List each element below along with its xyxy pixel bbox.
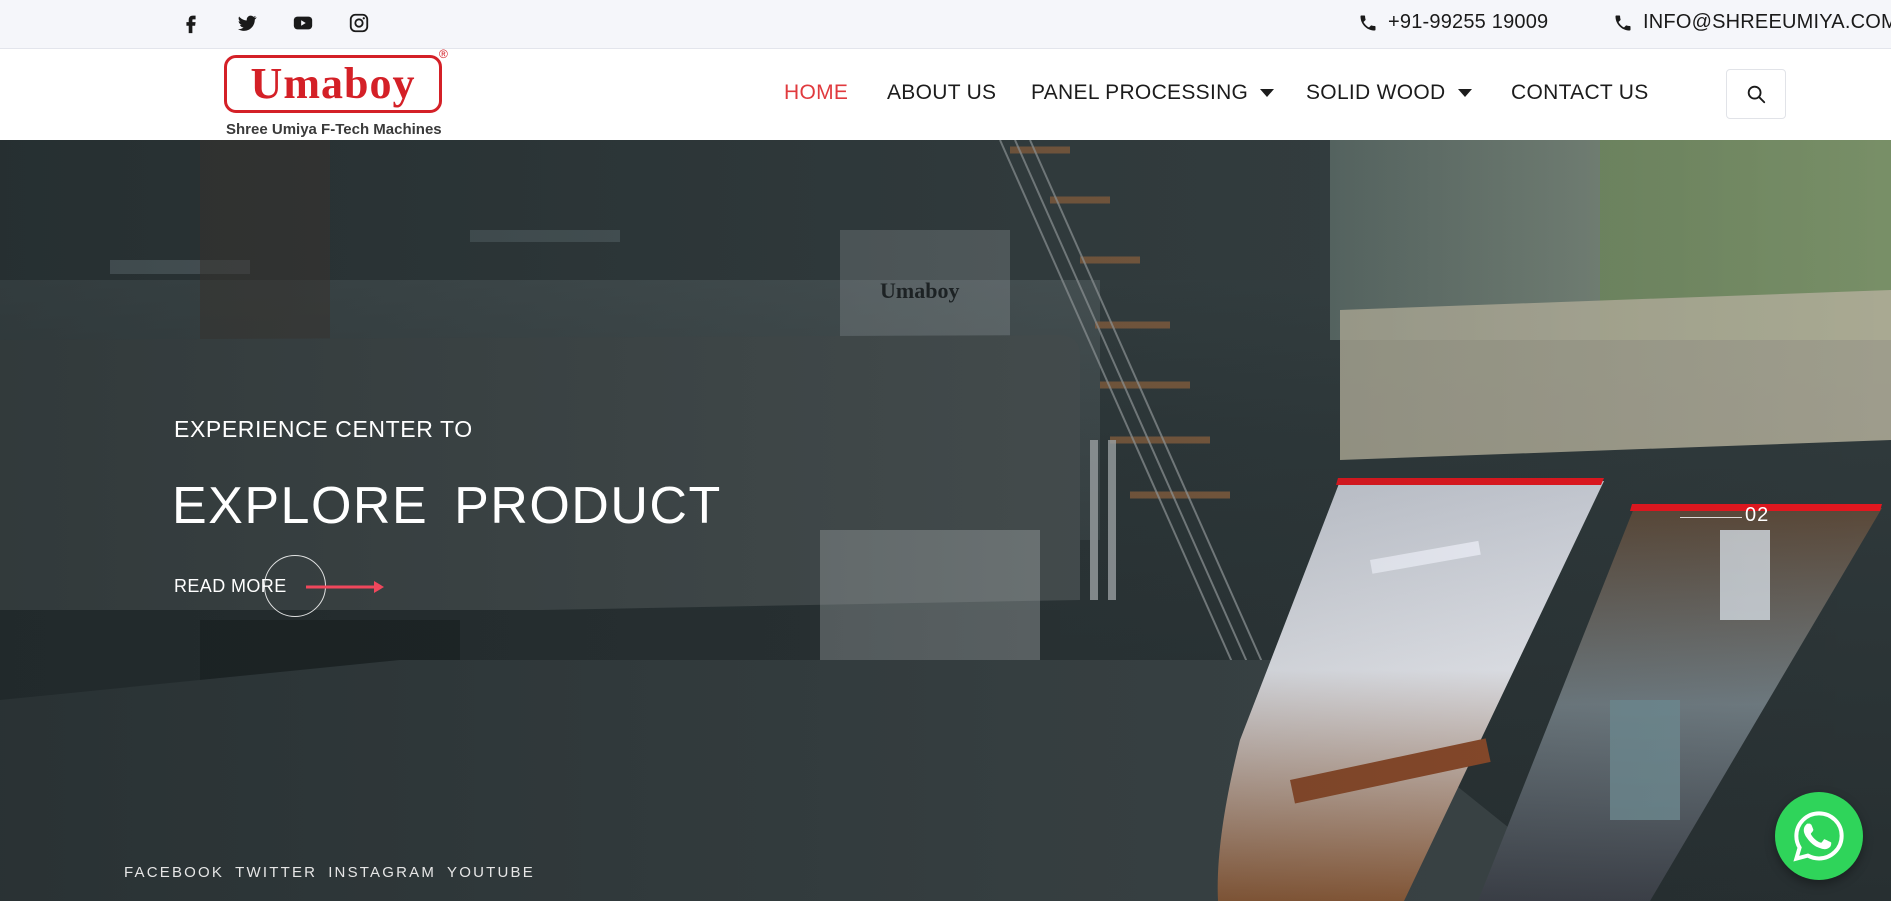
hero-link-twitter[interactable]: TWITTER [235, 864, 317, 881]
hero-eyebrow: EXPERIENCE CENTER TO [174, 416, 473, 442]
search-icon [1747, 85, 1766, 104]
site-header: Umaboy ® Shree Umiya F-Tech Machines HOM… [0, 47, 1891, 140]
logo-wordmark: Umaboy [250, 59, 416, 108]
instagram-icon [349, 13, 369, 33]
youtube-icon [293, 16, 313, 30]
nav-item-label: HOME [784, 81, 849, 104]
facebook-icon [186, 15, 196, 34]
nav-item-panel-processing[interactable]: PANEL PROCESSING [1031, 81, 1275, 105]
whatsapp-button[interactable] [1775, 792, 1863, 880]
phone-number: +91-99255 19009 [1388, 11, 1549, 33]
nav-item-solid-wood[interactable]: SOLID WOOD [1306, 81, 1472, 105]
hero-link-facebook[interactable]: FACEBOOK [124, 864, 224, 881]
search-button[interactable] [1726, 69, 1786, 119]
social-links [180, 12, 404, 36]
hero-link-instagram[interactable]: INSTAGRAM [328, 864, 436, 881]
caret-down-icon [1457, 89, 1472, 97]
svg-text:Umaboy: Umaboy [880, 278, 959, 303]
phone-icon [1360, 15, 1376, 30]
read-more-button[interactable]: READ MORE [174, 555, 384, 625]
instagram-link[interactable] [348, 12, 404, 36]
slide-number: 02 [1745, 504, 1770, 526]
nav-item-contact-us[interactable]: CONTACT US [1511, 81, 1649, 105]
facebook-link[interactable] [180, 12, 236, 36]
phone-contact[interactable]: +91-99255 19009 [1358, 11, 1548, 34]
nav-item-label: ABOUT US [887, 81, 997, 104]
nav-item-home[interactable]: HOME [784, 81, 848, 105]
hero-link-youtube[interactable]: YOUTUBE [447, 864, 535, 881]
twitter-link[interactable] [236, 12, 292, 36]
hero-headline: EXPLORE PRODUCT [172, 477, 722, 535]
nav-item-label: PANEL PROCESSING [1031, 81, 1249, 104]
email-contact[interactable]: INFO@SHREEUMIYA.COM [1613, 11, 1891, 34]
top-bar: +91-99255 19009 INFO@SHREEUMIYA.COM [0, 0, 1891, 49]
hero-slider: Umaboy EXPERIENCE CENTER TO EXPLORE PROD… [0, 140, 1891, 901]
twitter-icon [238, 15, 257, 31]
caret-down-icon [1260, 89, 1275, 97]
logo-mark: Umaboy [224, 55, 442, 113]
logo[interactable]: Umaboy ® Shree Umiya F-Tech Machines [224, 47, 454, 140]
hero-social-links: FACEBOOK TWITTER INSTAGRAM YOUTUBE [124, 864, 535, 881]
slide-indicator-line [1680, 517, 1742, 518]
nav-item-label: CONTACT US [1511, 81, 1649, 104]
youtube-link[interactable] [292, 12, 348, 36]
whatsapp-icon [1793, 811, 1844, 862]
logo-tagline: Shree Umiya F-Tech Machines [226, 121, 442, 138]
phone-icon [1615, 15, 1631, 30]
logo-registered-mark: ® [439, 47, 448, 61]
email-address: INFO@SHREEUMIYA.COM [1643, 11, 1891, 33]
arrow-right-icon [306, 581, 384, 593]
nav-item-label: SOLID WOOD [1306, 81, 1446, 104]
nav-item-about-us[interactable]: ABOUT US [887, 81, 996, 105]
